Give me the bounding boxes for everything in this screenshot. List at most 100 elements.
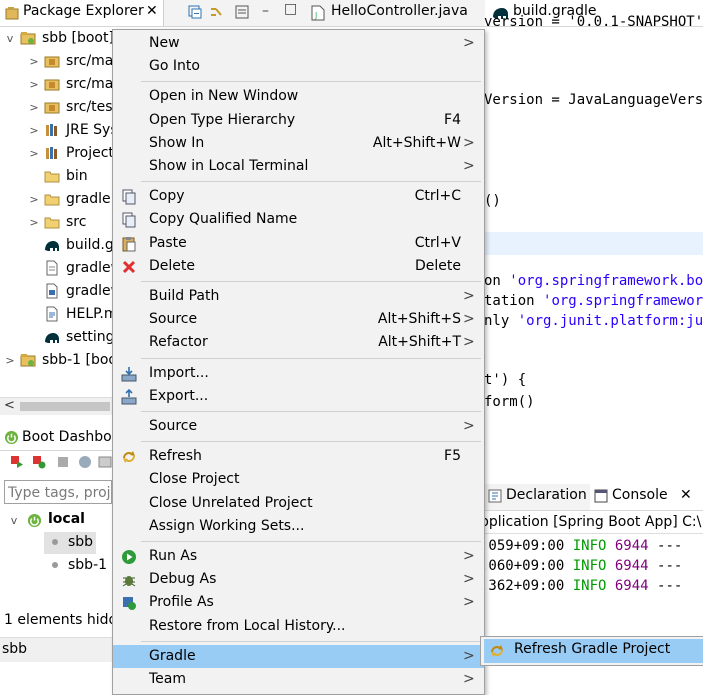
- start-app-icon[interactable]: [10, 455, 24, 469]
- chevron-right-icon[interactable]: >: [28, 119, 40, 142]
- stop-app-icon[interactable]: [56, 455, 70, 469]
- view-menu-icon[interactable]: [234, 4, 250, 20]
- boot-app-item[interactable]: sbb-1: [44, 555, 112, 577]
- menu-item-profile-as[interactable]: Profile As >: [113, 591, 484, 614]
- package-explorer-tabbar: Package Explorer ✕ – □: [0, 0, 310, 27]
- chevron-right-icon[interactable]: >: [28, 188, 40, 211]
- menu-item-source[interactable]: Source >: [113, 415, 484, 438]
- spring-power-icon: [4, 430, 19, 445]
- menu-separator: [141, 281, 481, 282]
- chevron-right-icon[interactable]: >: [28, 96, 40, 119]
- console-pid: 6944: [606, 538, 649, 554]
- menu-item-run-as[interactable]: Run As >: [113, 545, 484, 568]
- gradle-elephant-icon: [45, 333, 59, 343]
- menu-separator: [141, 181, 481, 183]
- menu-item-restore-from-local-history[interactable]: Restore from Local History...: [113, 615, 484, 638]
- code-line: nly 'org.junit.platform:junit: [484, 313, 703, 329]
- code-text: on: [484, 273, 510, 289]
- menu-item-go-into[interactable]: Go Into: [113, 55, 484, 78]
- menu-item-debug-as[interactable]: Debug As >: [113, 568, 484, 591]
- editor-tab-hello-controller[interactable]: J HelloController.java: [305, 0, 483, 26]
- refresh-gradle-project-item[interactable]: Refresh Gradle Project: [484, 639, 703, 663]
- menu-item-copy-qualified-name[interactable]: Copy Qualified Name: [113, 208, 484, 231]
- menu-item-show-in-local-terminal[interactable]: Show in Local Terminal >: [113, 155, 484, 178]
- console-icon: [594, 489, 608, 503]
- java-file-icon: J: [311, 5, 325, 21]
- chevron-right-icon[interactable]: >: [28, 73, 40, 96]
- menu-item-team[interactable]: Team >: [113, 668, 484, 691]
- boot-dashboard-tab[interactable]: Boot Dashboard: [0, 426, 112, 450]
- chevron-right-icon: >: [463, 134, 475, 151]
- code-string: 'org.junit.platform:junit: [517, 313, 703, 329]
- package-explorer-tab[interactable]: Package Explorer ✕: [0, 0, 164, 26]
- boot-app-item-selected[interactable]: sbb: [44, 532, 96, 554]
- run-icon: [122, 550, 136, 564]
- console-tab[interactable]: Console ✕: [590, 484, 703, 510]
- open-console-icon[interactable]: [98, 455, 112, 469]
- code-string: 'org.springframework: [543, 293, 703, 309]
- menu-item-close-unrelated-project[interactable]: Close Unrelated Project: [113, 492, 484, 515]
- chevron-right-icon[interactable]: >: [4, 349, 16, 372]
- scroll-left-icon[interactable]: <: [4, 398, 15, 413]
- menu-item-source[interactable]: Source Alt+Shift+S >: [113, 308, 484, 331]
- chevron-right-icon[interactable]: >: [28, 50, 40, 73]
- tree-item-label: bin: [66, 168, 88, 184]
- menu-item-close-project[interactable]: Close Project: [113, 468, 484, 491]
- menu-item-assign-working-sets[interactable]: Assign Working Sets...: [113, 515, 484, 538]
- chevron-down-icon[interactable]: v: [4, 27, 16, 50]
- menu-item-export[interactable]: Export...: [113, 385, 484, 408]
- local-target-row[interactable]: v local: [0, 509, 112, 532]
- chevron-right-icon: >: [463, 311, 475, 328]
- menu-item-label: Export...: [149, 387, 209, 404]
- menu-item-label: Refactor: [149, 334, 208, 351]
- console-line: .060+09:00 INFO 6944 ---: [480, 558, 682, 574]
- debug-app-icon[interactable]: [32, 455, 46, 469]
- menu-item-refactor[interactable]: Refactor Alt+Shift+T >: [113, 331, 484, 354]
- close-icon[interactable]: ✕: [680, 487, 692, 503]
- tree-item-label: src: [66, 214, 87, 230]
- chevron-right-icon: >: [463, 571, 475, 588]
- scrollbar-thumb[interactable]: [20, 402, 110, 411]
- menu-item-gradle[interactable]: Gradle >: [113, 644, 484, 668]
- menu-item-label: Open in New Window: [149, 88, 299, 105]
- chevron-right-icon: >: [463, 594, 475, 611]
- menu-item-import[interactable]: Import...: [113, 362, 484, 385]
- chevron-right-icon: >: [463, 35, 475, 51]
- chevron-right-icon[interactable]: >: [28, 211, 40, 234]
- menu-item-compare-with[interactable]: Compare With >: [113, 691, 484, 694]
- declaration-tab[interactable]: Declaration: [484, 484, 588, 510]
- menu-item-paste[interactable]: Paste Ctrl+V: [113, 232, 484, 255]
- chevron-down-icon[interactable]: v: [8, 514, 20, 527]
- declaration-tab-label: Declaration: [506, 487, 587, 503]
- link-with-editor-icon[interactable]: [208, 4, 224, 20]
- export-icon: [121, 388, 137, 405]
- menu-item-open-type-hierarchy[interactable]: Open Type Hierarchy F4: [113, 109, 484, 132]
- menu-item-refresh[interactable]: Refresh F5: [113, 445, 484, 468]
- menu-separator: [141, 441, 481, 443]
- menu-item-delete[interactable]: Delete Delete: [113, 255, 484, 278]
- paste-icon: [122, 236, 136, 252]
- maximize-icon[interactable]: □: [284, 1, 297, 17]
- chevron-right-icon[interactable]: >: [28, 142, 40, 165]
- boot-dashboard-filter-input[interactable]: Type tags, projects, or working set name…: [4, 480, 112, 504]
- chevron-right-icon: >: [463, 548, 475, 564]
- minimize-icon[interactable]: –: [262, 3, 269, 19]
- menu-item-build-path[interactable]: Build Path >: [113, 285, 484, 308]
- collapse-all-icon[interactable]: [186, 4, 202, 20]
- menu-item-new[interactable]: New >: [113, 32, 484, 55]
- chevron-right-icon: >: [463, 288, 475, 304]
- menu-item-copy[interactable]: Copy Ctrl+C: [113, 185, 484, 208]
- code-line: tation 'org.springframework: [484, 293, 703, 309]
- menu-item-show-in[interactable]: Show In Alt+Shift+W >: [113, 132, 484, 155]
- console-rest: ---: [648, 538, 683, 554]
- boot-dashboard-title: Boot Dashboard: [22, 429, 112, 445]
- code-text: t') {: [484, 372, 527, 388]
- menu-item-label: Paste: [149, 234, 187, 251]
- menu-item-label: Build Path: [149, 288, 220, 304]
- menu-item-label: Gradle: [149, 647, 196, 664]
- close-icon[interactable]: ✕: [146, 3, 158, 19]
- open-browser-icon[interactable]: [78, 455, 92, 469]
- console-title: pplication [Spring Boot App] C:\: [480, 511, 703, 534]
- menu-item-open-in-new-window[interactable]: Open in New Window: [113, 85, 484, 108]
- menu-item-shortcut: F5: [444, 448, 461, 465]
